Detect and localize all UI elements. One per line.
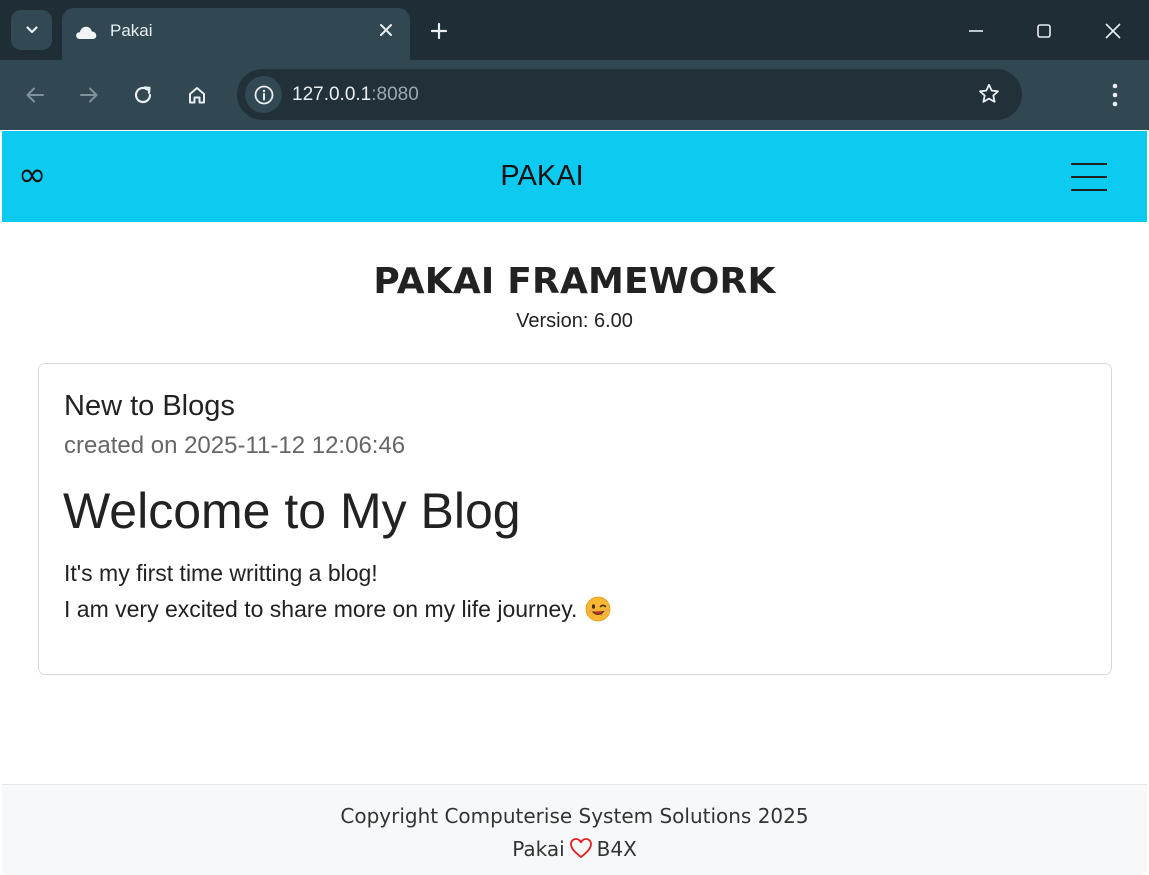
back-button[interactable] (20, 80, 50, 110)
close-icon (380, 24, 392, 36)
close-icon (1105, 23, 1121, 39)
hamburger-icon[interactable] (1071, 163, 1107, 191)
minimize-button[interactable] (961, 16, 991, 46)
url-text[interactable]: 127.0.0.1:8080 (292, 83, 419, 107)
maximize-button[interactable] (1029, 16, 1059, 46)
blog-text-line-2-text: I am very excited to share more on my li… (64, 596, 578, 622)
winking-face-emoji-icon (586, 596, 611, 622)
star-icon (979, 83, 999, 103)
tab-search-button[interactable] (11, 10, 52, 50)
kebab-menu-icon (1112, 83, 1118, 107)
home-icon (189, 87, 205, 104)
copyright-text: Copyright Computerise System Solutions 2… (340, 804, 809, 828)
chevron-down-icon (25, 26, 38, 34)
credit-pakai: Pakai (512, 837, 565, 861)
address-bar[interactable]: 127.0.0.1:8080 (237, 69, 1022, 120)
site-info-button[interactable] (245, 76, 282, 113)
reload-icon (134, 86, 152, 104)
tab-title: Pakai (110, 21, 153, 40)
card-title: New to Blogs (64, 390, 235, 422)
blog-text-line-2: I am very excited to share more on my li… (64, 596, 611, 623)
maximize-icon (1037, 24, 1051, 38)
home-button[interactable] (182, 80, 212, 110)
page-footer: Copyright Computerise System Solutions 2… (2, 784, 1147, 875)
heart-icon (569, 838, 592, 858)
page-title: PAKAI FRAMEWORK (373, 261, 776, 302)
bookmark-button[interactable] (976, 81, 1002, 107)
reload-button[interactable] (128, 80, 158, 110)
blog-text-line-1: It's my first time writting a blog! (64, 560, 378, 586)
tab-close-button[interactable] (376, 20, 396, 40)
credit-b4x: B4X (596, 837, 637, 861)
new-tab-button[interactable] (426, 18, 452, 44)
url-host: 127.0.0.1 (292, 84, 372, 105)
url-port: :8080 (371, 84, 419, 105)
forward-button[interactable] (74, 80, 104, 110)
browser-tab[interactable]: Pakai (62, 8, 410, 60)
window-close-button[interactable] (1098, 16, 1128, 46)
brand-title[interactable]: PAKAI (2, 159, 1082, 193)
back-arrow-icon (26, 87, 44, 103)
browser-menu-button[interactable] (1102, 80, 1128, 110)
blog-heading: Welcome to My Blog (63, 483, 521, 539)
plus-icon (430, 22, 448, 40)
info-icon (254, 85, 273, 104)
browser-toolbar: 127.0.0.1:8080 (0, 60, 1149, 130)
app-navbar: ∞ PAKAI (2, 131, 1147, 222)
credit-line: Pakai B4X (2, 837, 1147, 861)
blog-card: New to Blogs created on 2025-11-12 12:06… (38, 363, 1112, 675)
created-date: created on 2025-11-12 12:06:46 (64, 432, 406, 459)
version-text: Version: 6.00 (516, 310, 633, 332)
cloud-icon (76, 26, 97, 39)
forward-arrow-icon (80, 87, 98, 103)
minimize-icon (969, 30, 983, 32)
page-viewport: ∞ PAKAI PAKAI FRAMEWORK Version: 6.00 Ne… (2, 130, 1147, 875)
browser-tab-bar: Pakai (0, 0, 1149, 60)
